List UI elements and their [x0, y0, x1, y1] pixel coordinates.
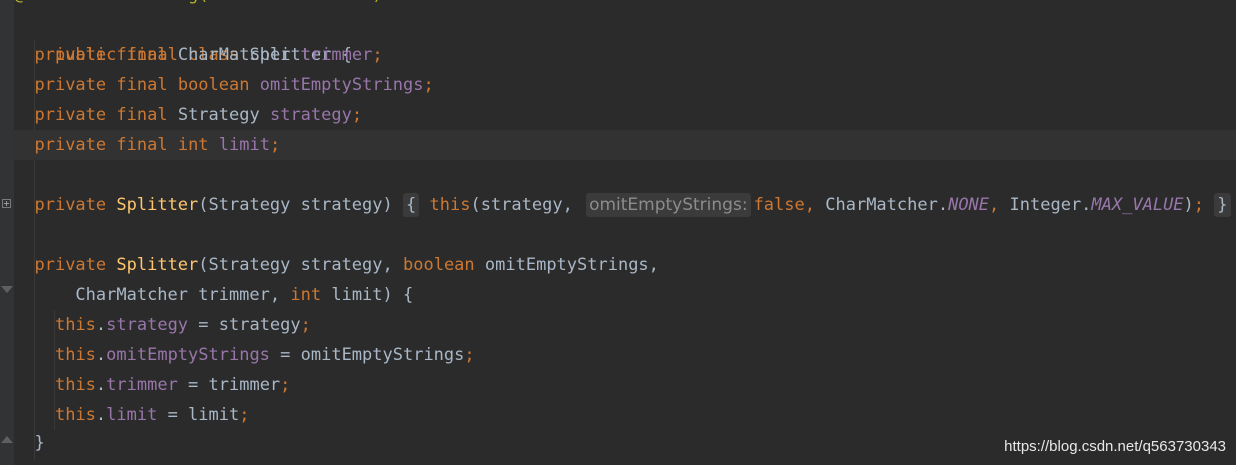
field-name: limit	[106, 405, 158, 425]
class-reference: Integer.	[1009, 195, 1092, 215]
semicolon: ;	[300, 315, 311, 335]
parameter-list: (Strategy strategy)	[198, 195, 393, 215]
dot: .	[95, 345, 107, 365]
code-line-field[interactable]: private final Strategy strategy;	[14, 100, 1236, 130]
type-name: int	[177, 135, 209, 155]
dot: .	[95, 315, 107, 335]
keyword: this	[54, 345, 96, 365]
brace: }	[1217, 195, 1228, 215]
expression: = trimmer	[177, 375, 281, 395]
field-name: trimmer	[300, 45, 373, 65]
class-reference: CharMatcher.	[825, 195, 949, 215]
keyword: boolean	[403, 255, 475, 275]
field-name: omitEmptyStrings	[106, 345, 270, 365]
keyword: final	[116, 105, 168, 125]
folded-region[interactable]: {	[403, 193, 420, 217]
code-line-field[interactable]: private final boolean omitEmptyStrings;	[14, 70, 1236, 100]
static-field: MAX_VALUE	[1091, 195, 1184, 215]
brace: {	[406, 195, 417, 215]
dot: .	[95, 375, 107, 395]
keyword: final	[116, 75, 168, 95]
code-line-field[interactable]: private final CharMatcher trimmer;	[14, 40, 1236, 70]
semicolon: ;	[269, 135, 281, 155]
comma: ,	[804, 195, 815, 215]
fold-start-icon[interactable]	[1, 286, 13, 293]
editor-gutter[interactable]	[0, 0, 14, 465]
keyword: private	[34, 105, 107, 125]
semicolon: ;	[464, 345, 475, 365]
keyword: false	[753, 195, 805, 215]
semicolon: ;	[1193, 195, 1205, 215]
semicolon: ;	[423, 75, 434, 95]
type-name: Strategy	[177, 105, 260, 125]
field-name: omitEmptyStrings	[259, 75, 424, 95]
field-name: strategy	[106, 315, 189, 335]
semicolon: ;	[280, 375, 291, 395]
parameter-list: (Strategy strategy,	[198, 255, 393, 275]
parameter-list: omitEmptyStrings,	[484, 255, 659, 275]
code-line-assignment[interactable]: this.limit = limit;	[14, 400, 1236, 430]
keyword: this	[429, 195, 471, 215]
code-line-assignment[interactable]: this.trimmer = trimmer;	[14, 370, 1236, 400]
comma: ,	[989, 195, 1000, 215]
method-name: Splitter	[116, 255, 199, 275]
parameter-list: limit) {	[331, 285, 414, 305]
keyword: int	[290, 285, 322, 305]
field-name: strategy	[269, 105, 352, 125]
keyword: private	[34, 45, 107, 65]
dot: .	[95, 405, 107, 425]
keyword: this	[54, 315, 96, 335]
field-name: trimmer	[106, 375, 178, 395]
keyword: final	[116, 135, 168, 155]
folded-region[interactable]: }	[1214, 193, 1231, 217]
keyword: this	[54, 405, 96, 425]
type-name: boolean	[177, 75, 250, 95]
keyword: private	[34, 135, 107, 155]
semicolon: ;	[239, 405, 250, 425]
static-field: NONE	[948, 195, 990, 215]
keyword: this	[54, 375, 96, 395]
parameter-hint: omitEmptyStrings:	[586, 193, 751, 217]
code-line-constructor-folded[interactable]: private Splitter(Strategy strategy) { th…	[14, 190, 1236, 220]
code-line-constructor[interactable]: private Splitter(Strategy strategy, bool…	[14, 250, 1236, 280]
expression: = limit	[157, 405, 240, 425]
code-line-assignment[interactable]: this.omitEmptyStrings = omitEmptyStrings…	[14, 340, 1236, 370]
expression: = omitEmptyStrings	[269, 345, 465, 365]
fold-expand-icon[interactable]	[2, 199, 11, 208]
method-name: Splitter	[116, 195, 199, 215]
code-editor[interactable]: @VisibleForTesting(Annotated = true) pub…	[14, 0, 1236, 465]
argument: (strategy,	[470, 195, 573, 215]
code-line-field-current[interactable]: private final int limit;	[14, 130, 1236, 160]
keyword: private	[34, 75, 107, 95]
fold-end-icon[interactable]	[1, 436, 13, 443]
code-line-continuation[interactable]: CharMatcher trimmer, int limit) {	[14, 280, 1236, 310]
keyword: private	[34, 255, 107, 275]
code-line-class-declaration[interactable]: public final class Splitter {	[14, 10, 1236, 65]
parameter-list: CharMatcher trimmer,	[75, 285, 281, 305]
brace: }	[34, 433, 45, 453]
code-line-assignment[interactable]: this.strategy = strategy;	[14, 310, 1236, 340]
semicolon: ;	[372, 45, 383, 65]
watermark: https://blog.csdn.net/q563730343	[1004, 438, 1226, 455]
semicolon: ;	[351, 105, 363, 125]
field-name: limit	[218, 135, 270, 155]
type-name: CharMatcher	[177, 45, 291, 65]
keyword: private	[34, 195, 107, 215]
paren: )	[1183, 195, 1194, 215]
expression: = strategy	[188, 315, 301, 335]
annotation-line-partial: @VisibleForTesting(Annotated = true)	[14, 0, 382, 10]
keyword: final	[116, 45, 168, 65]
